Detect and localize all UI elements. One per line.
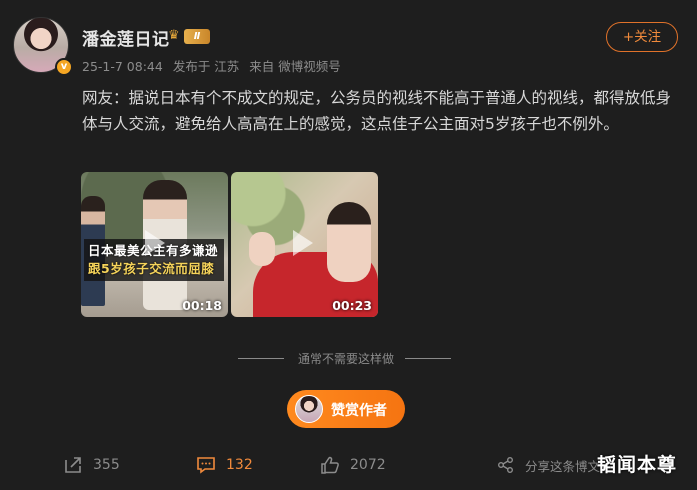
video-thumbnail-2[interactable]: 00:23 [231,172,378,317]
post-source[interactable]: 来自 微博视频号 [249,59,340,74]
post-meta: 25-1-7 08:44 发布于 江苏 来自 微博视频号 [82,56,347,75]
reward-label: 赞赏作者 [331,403,387,419]
video-duration: 00:18 [182,298,222,313]
forward-label: 分享这条博文 [525,458,601,474]
share-button[interactable]: 355 [63,452,120,478]
post-text: 网友：据说日本有个不成文的规定，公务员的视线不能高于普通人的视线，都得放低身体与… [82,89,672,133]
play-icon[interactable] [293,230,313,256]
divider-text: 通常不需要这样做 [297,352,394,366]
forward-button[interactable]: 分享这条博文 [497,452,600,478]
thumbs-up-icon [321,456,339,474]
action-bar: 355 132 2072 分享这条博文 [0,452,697,490]
forward-icon [498,457,513,473]
play-icon[interactable] [145,230,165,256]
comment-button[interactable]: 132 [196,452,253,478]
like-count: 2072 [350,457,386,473]
comment-icon [197,457,215,474]
crown-icon: ♛ [168,28,180,43]
share-count: 355 [93,457,120,473]
watermark: 韬闻本尊 [597,454,678,476]
weibo-post: v 潘金莲日记 ♛ Ⅱ 25-1-7 08:44 发布于 江苏 来自 微博视频号… [0,0,697,490]
video-duration: 00:23 [332,298,372,313]
video-scene [249,232,275,266]
divider-left [238,358,284,359]
post-date[interactable]: 25-1-7 08:44 [82,59,163,74]
user-name[interactable]: 潘金莲日记 [82,25,170,50]
comment-count: 132 [226,457,253,473]
avatar[interactable]: v [13,17,73,76]
follow-button[interactable]: +关注 [606,22,678,52]
reward-avatar [295,395,323,423]
post-location: 发布于 江苏 [172,59,240,74]
like-button[interactable]: 2072 [320,452,386,478]
share-icon [65,457,81,473]
verified-badge-icon: v [55,58,73,76]
video-scene [327,202,371,282]
divider-right [405,358,451,359]
reward-author-button[interactable]: 赞赏作者 [287,390,405,428]
video-caption-line-2: 跟5岁孩子交流而屈膝 [88,261,215,276]
level-badge: Ⅱ [184,29,210,44]
video-thumbnail-1[interactable]: 日本最美公主有多谦逊 跟5岁孩子交流而屈膝 00:18 [81,172,228,317]
